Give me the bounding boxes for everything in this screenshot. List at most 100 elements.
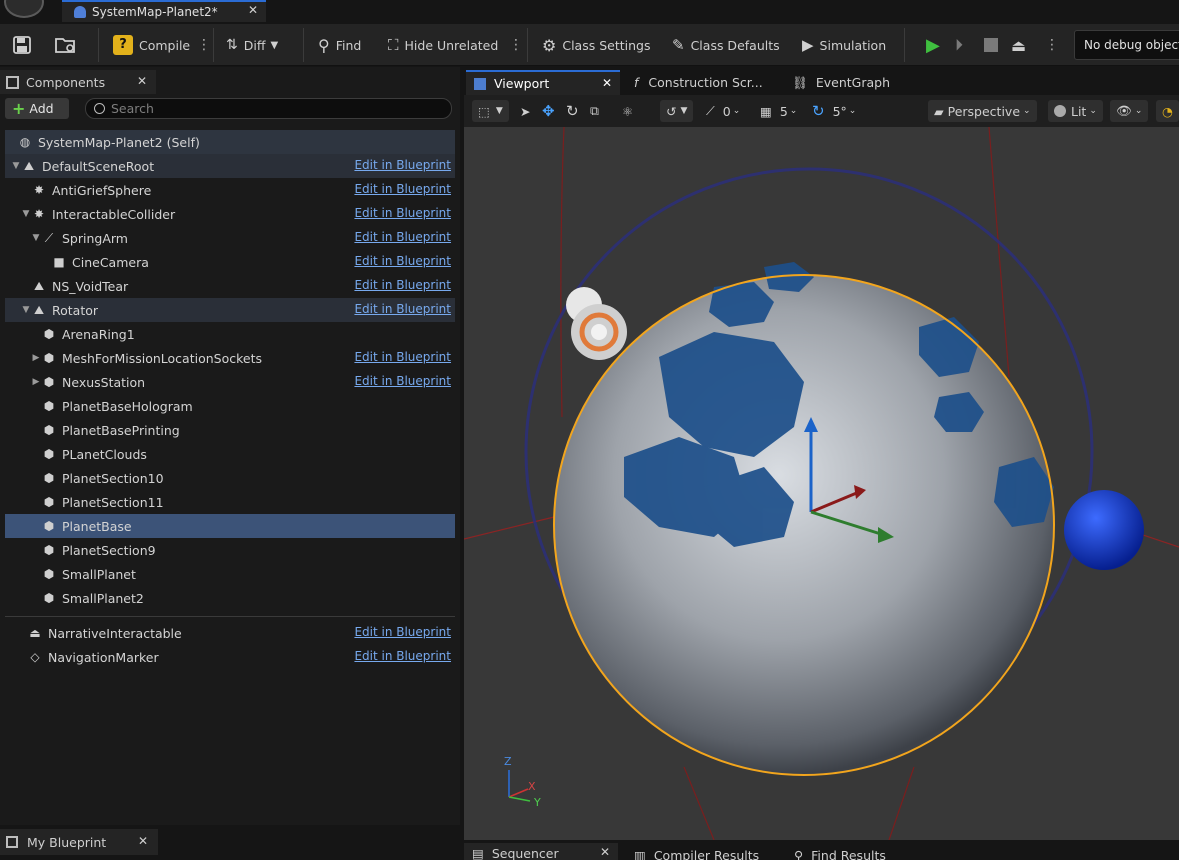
browse-button[interactable]: [54, 24, 78, 66]
tree-row[interactable]: ✸ AntiGriefSphere Edit in Blueprint: [5, 178, 455, 202]
expand-arrow-icon[interactable]: ▼: [21, 305, 31, 315]
actor-icon: ◍: [19, 135, 31, 149]
coordinate-space-button[interactable]: ⚛: [622, 100, 633, 122]
edit-in-blueprint-link[interactable]: Edit in Blueprint: [354, 158, 451, 172]
tree-row[interactable]: ▼ ✸ InteractableCollider Edit in Blueprint: [5, 202, 455, 226]
viewport-tabs: Viewport ✕ f Construction Scr... ⛓ Event…: [464, 67, 1179, 95]
tree-row[interactable]: ⬢ PlanetSection11: [5, 490, 455, 514]
tab-find-results[interactable]: ⚲ Find Results: [794, 845, 886, 860]
tree-row[interactable]: ⏏ NarrativeInteractable Edit in Blueprint: [5, 621, 455, 645]
scale-mode-button[interactable]: ⧉: [590, 100, 599, 122]
step-button[interactable]: ⏵: [955, 24, 963, 66]
hide-unrelated-button[interactable]: ⛶ Hide Unrelated: [388, 24, 498, 66]
expand-arrow-icon[interactable]: ▼: [21, 209, 31, 219]
tree-row[interactable]: ▼ ⛰ DefaultSceneRoot Edit in Blueprint: [5, 154, 455, 178]
edit-in-blueprint-link[interactable]: Edit in Blueprint: [354, 254, 451, 268]
class-defaults-button[interactable]: ✎ Class Defaults: [672, 24, 780, 66]
tree-row[interactable]: ▼ ⟋ SpringArm Edit in Blueprint: [5, 226, 455, 250]
tree-row[interactable]: ⬢ PLanetClouds: [5, 442, 455, 466]
tab-construction-script[interactable]: f Construction Scr...: [626, 70, 776, 95]
close-icon[interactable]: ✕: [137, 74, 147, 88]
add-component-button[interactable]: + Add: [5, 98, 69, 119]
hide-options-icon[interactable]: ⋮: [509, 36, 523, 54]
perspective-label: Perspective: [947, 103, 1021, 119]
tree-row[interactable]: ▶ ⬢ NexusStation Edit in Blueprint: [5, 370, 455, 394]
angle-snap-button[interactable]: ↻ 5° ⌄: [812, 100, 856, 122]
edit-in-blueprint-link[interactable]: Edit in Blueprint: [354, 374, 451, 388]
close-icon[interactable]: ✕: [602, 76, 612, 90]
eject-button[interactable]: ⏏: [1011, 24, 1026, 66]
component-search[interactable]: [85, 98, 452, 119]
frustum-line: [560, 127, 565, 418]
compile-options-icon[interactable]: ⋮: [197, 36, 211, 54]
close-icon[interactable]: ✕: [600, 845, 610, 859]
rotation-snap-button[interactable]: ⟋ 0 ⌄: [706, 100, 740, 122]
play-button[interactable]: ▶: [926, 24, 940, 66]
find-button[interactable]: ⚲ Find: [318, 24, 361, 66]
tree-row[interactable]: ⬢ SmallPlanet: [5, 562, 455, 586]
tree-row[interactable]: ⬢ PlanetBase: [5, 514, 455, 538]
edit-in-blueprint-link[interactable]: Edit in Blueprint: [354, 649, 451, 663]
tree-row[interactable]: ⬢ SmallPlanet2: [5, 586, 455, 610]
performance-select[interactable]: ◔: [1156, 100, 1179, 122]
collapse-arrow-icon[interactable]: ▶: [31, 377, 41, 387]
transform-mode-select[interactable]: ⬚ ▼: [472, 100, 509, 122]
stop-button[interactable]: [984, 24, 998, 66]
simulation-button[interactable]: ▶ Simulation: [802, 24, 886, 66]
tree-row[interactable]: ⬢ PlanetBaseHologram: [5, 394, 455, 418]
close-icon[interactable]: ✕: [248, 3, 258, 17]
edit-in-blueprint-link[interactable]: Edit in Blueprint: [354, 182, 451, 196]
diff-button[interactable]: ⇅ Diff ▼: [226, 24, 278, 66]
perspective-select[interactable]: ▰ Perspective ⌄: [928, 100, 1037, 122]
rotate-mode-button[interactable]: ↻: [566, 100, 579, 122]
close-icon[interactable]: ✕: [138, 834, 148, 848]
tree-row[interactable]: ⬢ PlanetSection10: [5, 466, 455, 490]
tree-row[interactable]: ⛰ NS_VoidTear Edit in Blueprint: [5, 274, 455, 298]
expand-arrow-icon[interactable]: ▼: [31, 233, 41, 243]
tree-row[interactable]: ■ CineCamera Edit in Blueprint: [5, 250, 455, 274]
edit-in-blueprint-link[interactable]: Edit in Blueprint: [354, 302, 451, 316]
unreal-logo-icon[interactable]: [4, 0, 44, 18]
eye-icon: 👁: [1116, 103, 1132, 118]
step-icon: ⏵: [955, 35, 964, 54]
grid-snap-button[interactable]: ▦ 5 ⌄: [760, 100, 797, 122]
sphere-collision-icon: ✸: [33, 183, 45, 197]
debug-object-select[interactable]: No debug object: [1074, 30, 1179, 60]
components-tab[interactable]: Components ✕: [0, 70, 156, 94]
tree-row[interactable]: ▼ ⛰ Rotator Edit in Blueprint: [5, 298, 455, 322]
play-more-icon[interactable]: ⋮: [1045, 36, 1059, 54]
tree-row[interactable]: ▶ ⬢ MeshForMissionLocationSockets Edit in B…: [5, 346, 455, 370]
select-mode-button[interactable]: ➤: [520, 100, 530, 122]
tab-sequencer[interactable]: ▤ Sequencer ✕: [464, 843, 618, 860]
surface-snap-button[interactable]: ↺ ▼: [660, 100, 694, 122]
tree-row[interactable]: ◍ SystemMap-Planet2 (Self): [5, 130, 455, 154]
tree-row[interactable]: ◇ NavigationMarker Edit in Blueprint: [5, 645, 455, 669]
edit-in-blueprint-link[interactable]: Edit in Blueprint: [354, 278, 451, 292]
tab-viewport[interactable]: Viewport ✕: [466, 70, 620, 95]
lit-select[interactable]: Lit ⌄: [1048, 100, 1103, 122]
my-blueprint-tab[interactable]: My Blueprint ✕: [0, 829, 158, 855]
show-flags-select[interactable]: 👁 ⌄: [1110, 100, 1149, 122]
camera-icon: ▰: [934, 103, 944, 119]
compile-button[interactable]: ? Compile: [113, 24, 190, 66]
tree-row[interactable]: ⬢ ArenaRing1: [5, 322, 455, 346]
tree-row[interactable]: ⬢ PlanetBasePrinting: [5, 418, 455, 442]
static-mesh-icon: ⬢: [43, 567, 55, 581]
event-graph-tab-label: EventGraph: [815, 75, 891, 90]
tab-event-graph[interactable]: ⛓ EventGraph: [784, 70, 914, 95]
search-input[interactable]: [111, 101, 431, 116]
asset-tab[interactable]: SystemMap-Planet2* ✕: [62, 0, 266, 22]
expand-arrow-icon[interactable]: ▼: [11, 161, 21, 171]
save-button[interactable]: [12, 24, 32, 66]
edit-in-blueprint-link[interactable]: Edit in Blueprint: [354, 206, 451, 220]
edit-in-blueprint-link[interactable]: Edit in Blueprint: [354, 230, 451, 244]
edit-in-blueprint-link[interactable]: Edit in Blueprint: [354, 625, 451, 639]
static-mesh-icon: ⬢: [43, 495, 55, 509]
class-settings-button[interactable]: ⚙ Class Settings: [542, 24, 650, 66]
tab-compiler-results[interactable]: ▥ Compiler Results: [634, 845, 759, 860]
edit-in-blueprint-link[interactable]: Edit in Blueprint: [354, 350, 451, 364]
tree-row[interactable]: ⬢ PlanetSection9: [5, 538, 455, 562]
move-mode-button[interactable]: ✥: [542, 100, 555, 122]
viewport-canvas[interactable]: Z X Y: [464, 127, 1179, 840]
collapse-arrow-icon[interactable]: ▶: [31, 353, 41, 363]
